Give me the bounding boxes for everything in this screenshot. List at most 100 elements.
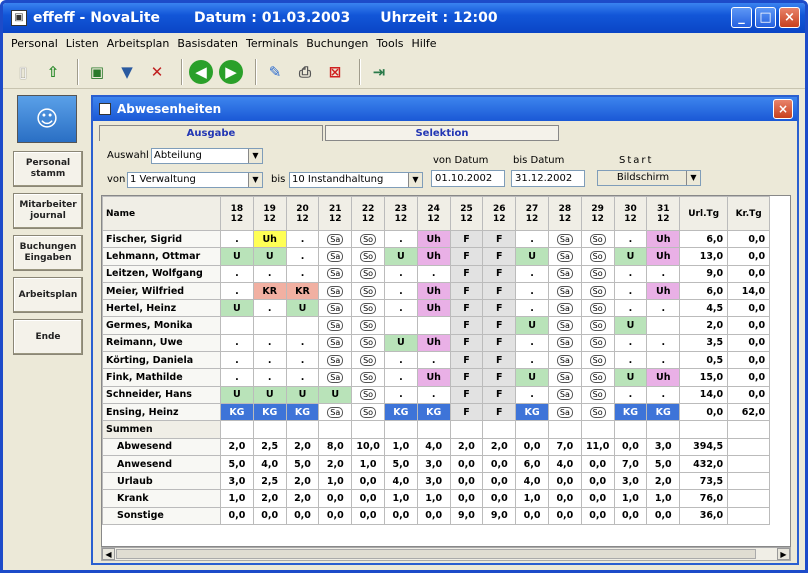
upload-icon[interactable]: ⇧ <box>41 60 65 84</box>
day-cell[interactable]: F <box>482 368 517 387</box>
day-cell[interactable]: So <box>351 299 385 318</box>
day-cell[interactable]: . <box>252 264 287 283</box>
day-cell[interactable]: . <box>285 351 320 370</box>
day-cell[interactable]: Sa <box>547 264 582 283</box>
day-cell[interactable]: U <box>515 316 549 335</box>
scroll-left-icon[interactable]: ◀ <box>102 548 115 560</box>
day-cell[interactable]: U <box>613 368 648 387</box>
bis-select[interactable]: 10 Instandhaltung ▼ <box>289 172 423 188</box>
day-cell[interactable]: Sa <box>318 402 353 422</box>
day-cell[interactable]: Sa <box>318 264 353 283</box>
menu-personal[interactable]: Personal <box>11 37 58 50</box>
close-button[interactable]: × <box>779 7 800 28</box>
day-cell[interactable]: U <box>285 385 320 404</box>
day-cell[interactable]: . <box>285 264 320 283</box>
day-cell[interactable] <box>646 316 681 335</box>
day-cell[interactable]: . <box>515 229 549 249</box>
day-cell[interactable]: So <box>351 351 385 370</box>
day-cell[interactable]: . <box>515 299 549 318</box>
day-cell[interactable]: So <box>351 402 385 422</box>
day-cell[interactable]: Uh <box>646 229 681 249</box>
day-cell[interactable]: So <box>580 351 615 370</box>
day-cell[interactable]: F <box>449 299 484 318</box>
day-cell[interactable]: So <box>580 299 615 318</box>
day-cell[interactable]: Sa <box>318 247 353 266</box>
edit-icon[interactable]: ✎ <box>263 60 287 84</box>
day-cell[interactable]: F <box>482 333 517 353</box>
von-select[interactable]: 1 Verwaltung ▼ <box>127 172 263 188</box>
day-cell[interactable]: . <box>252 299 287 318</box>
day-cell[interactable]: U <box>220 299 254 318</box>
day-cell[interactable]: KG <box>220 402 254 422</box>
day-cell[interactable]: . <box>646 385 681 404</box>
table-row[interactable]: Germes, Monika Sa So F F U Sa So U 2,0 0,0 <box>102 316 771 335</box>
table-row[interactable]: Körting, Daniela... Sa So.. F F. Sa So.. 0,5 0,0 <box>102 351 771 370</box>
day-cell[interactable]: U <box>252 385 287 404</box>
day-cell[interactable]: Sa <box>547 368 582 387</box>
sidebar-buchungen-eingaben[interactable]: Buchungen Eingaben <box>13 235 83 271</box>
bis-datum-field[interactable]: 31.12.2002 <box>511 170 585 187</box>
day-cell[interactable]: . <box>383 385 418 404</box>
menu-hilfe[interactable]: Hilfe <box>412 37 437 50</box>
day-cell[interactable]: . <box>285 229 320 249</box>
sidebar-mitarbeiter-journal[interactable]: Mitarbeiter journal <box>13 193 83 229</box>
day-cell[interactable]: Uh <box>646 368 681 387</box>
day-cell[interactable]: So <box>351 333 385 353</box>
day-cell[interactable]: Sa <box>547 229 582 249</box>
day-cell[interactable]: . <box>613 229 648 249</box>
day-cell[interactable]: U <box>613 316 648 335</box>
day-cell[interactable]: U <box>515 368 549 387</box>
day-cell[interactable]: F <box>482 385 517 404</box>
day-cell[interactable]: Sa <box>547 402 582 422</box>
day-cell[interactable]: U <box>383 247 418 266</box>
day-cell[interactable]: F <box>449 368 484 387</box>
day-cell[interactable]: Uh <box>416 368 451 387</box>
day-cell[interactable] <box>416 316 451 335</box>
day-cell[interactable]: KG <box>515 402 549 422</box>
menu-listen[interactable]: Listen <box>66 37 99 50</box>
day-cell[interactable]: So <box>580 281 615 301</box>
day-cell[interactable]: Sa <box>547 281 582 301</box>
day-cell[interactable]: So <box>351 385 385 404</box>
day-cell[interactable]: . <box>383 281 418 301</box>
day-cell[interactable]: . <box>220 264 254 283</box>
day-cell[interactable]: F <box>449 281 484 301</box>
day-cell[interactable]: U <box>515 247 549 266</box>
day-cell[interactable]: F <box>449 351 484 370</box>
cancel-icon[interactable]: ⊠ <box>323 60 347 84</box>
day-cell[interactable]: So <box>351 368 385 387</box>
day-cell[interactable]: . <box>285 368 320 387</box>
menu-buchungen[interactable]: Buchungen <box>306 37 368 50</box>
day-cell[interactable]: . <box>613 264 648 283</box>
table-row[interactable]: Leitzen, Wolfgang... Sa So.. F F. Sa So.. 9,0 0,… <box>102 264 771 283</box>
menu-arbeitsplan[interactable]: Arbeitsplan <box>107 37 170 50</box>
day-cell[interactable]: Sa <box>547 299 582 318</box>
delete-icon[interactable]: ✕ <box>145 60 169 84</box>
day-cell[interactable]: U <box>318 385 353 404</box>
menu-basisdaten[interactable]: Basisdaten <box>177 37 238 50</box>
day-cell[interactable]: . <box>220 351 254 370</box>
day-cell[interactable]: F <box>482 351 517 370</box>
back-icon[interactable]: ◀ <box>189 59 213 84</box>
day-cell[interactable]: Sa <box>547 385 582 404</box>
day-cell[interactable]: . <box>252 368 287 387</box>
day-cell[interactable]: KG <box>285 402 320 422</box>
day-cell[interactable]: . <box>416 264 451 283</box>
day-cell[interactable]: . <box>613 299 648 318</box>
scroll-thumb[interactable] <box>116 549 756 559</box>
menu-tools[interactable]: Tools <box>376 37 403 50</box>
day-cell[interactable]: KG <box>252 402 287 422</box>
day-cell[interactable]: So <box>580 264 615 283</box>
new-document-icon[interactable]: ▯ <box>11 60 35 84</box>
sidebar-ende[interactable]: Ende <box>13 319 83 355</box>
table-row[interactable]: Lehmann, Ottmar U U. Sa So U Uh F F U Sa So U Uh 13,0 0… <box>102 247 771 266</box>
scroll-right-icon[interactable]: ▶ <box>777 548 790 560</box>
day-cell[interactable]: . <box>383 299 418 318</box>
forward-icon[interactable]: ▶ <box>219 59 243 84</box>
day-cell[interactable]: . <box>220 229 254 249</box>
von-datum-field[interactable]: 01.10.2002 <box>431 170 505 187</box>
table-row[interactable]: Schneider, Hans U U U U So.. F F. Sa So.. 14,0 0,0 <box>102 385 771 404</box>
day-cell[interactable]: . <box>646 351 681 370</box>
day-cell[interactable]: KG <box>646 402 681 422</box>
maximize-button[interactable]: □ <box>755 7 776 28</box>
